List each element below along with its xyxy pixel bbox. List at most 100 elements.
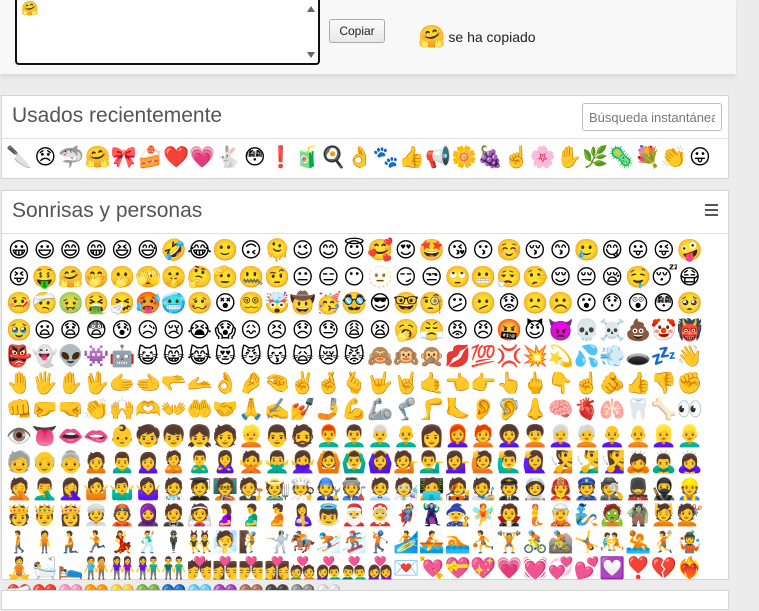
emoji-button[interactable]: 🧑‍🔧 bbox=[316, 476, 342, 503]
emoji-button[interactable]: 😯 bbox=[599, 290, 625, 317]
emoji-button[interactable]: 👐 bbox=[161, 396, 187, 423]
emoji-button[interactable]: 👂 bbox=[470, 396, 496, 423]
emoji-button[interactable]: 🫴 bbox=[187, 370, 213, 397]
emoji-button[interactable]: 🚵 bbox=[548, 529, 574, 556]
emoji-button[interactable]: 😽 bbox=[264, 343, 290, 370]
emoji-button[interactable]: 💀 bbox=[574, 317, 600, 344]
emoji-button[interactable]: 💔 bbox=[651, 555, 677, 582]
emoji-button[interactable]: 🏊 bbox=[445, 529, 471, 556]
emoji-button[interactable]: 💝 bbox=[445, 555, 471, 582]
emoji-button[interactable]: 🫦 bbox=[83, 423, 109, 450]
emoji-button[interactable]: 💩 bbox=[625, 317, 651, 344]
emoji-button[interactable]: 🤡 bbox=[651, 317, 677, 344]
emoji-button[interactable]: 🤳 bbox=[316, 396, 342, 423]
emoji-button[interactable]: 💘 bbox=[419, 555, 445, 582]
emoji-button[interactable]: 🏌️ bbox=[367, 529, 393, 556]
emoji-button[interactable]: 🖖 bbox=[83, 370, 109, 397]
emoji-button[interactable]: 🏄 bbox=[393, 529, 419, 556]
emoji-button[interactable]: 🙆 bbox=[316, 449, 342, 476]
emoji-button[interactable]: 🧑‍🎤 bbox=[445, 476, 471, 503]
emoji-button[interactable]: 😔 bbox=[574, 264, 600, 291]
emoji-button[interactable]: 😲 bbox=[625, 290, 651, 317]
emoji-button[interactable]: 👷 bbox=[677, 476, 703, 503]
emoji-button[interactable]: 🤩 bbox=[419, 237, 445, 264]
emoji-button[interactable]: 🫅 bbox=[6, 502, 32, 529]
emoji-button[interactable]: 🧙 bbox=[445, 502, 471, 529]
emoji-button[interactable]: 👇 bbox=[548, 370, 574, 397]
emoji-button[interactable]: 🤹 bbox=[677, 529, 703, 556]
emoji-button[interactable]: 🤾 bbox=[651, 529, 677, 556]
emoji-button[interactable]: 🧔 bbox=[290, 423, 316, 450]
emoji-button[interactable]: 👌 bbox=[346, 142, 372, 172]
emoji-button[interactable]: 💁‍♂️ bbox=[419, 449, 445, 476]
emoji-button[interactable]: 🕵️ bbox=[599, 476, 625, 503]
emoji-button[interactable]: 🦻 bbox=[496, 396, 522, 423]
emoji-button[interactable]: 🎀 bbox=[111, 142, 137, 172]
emoji-button[interactable]: 🙋‍♂️ bbox=[496, 449, 522, 476]
emoji-button[interactable]: 🚴 bbox=[522, 529, 548, 556]
emoji-button[interactable]: 🧛 bbox=[496, 502, 522, 529]
emoji-button[interactable]: 😣 bbox=[264, 317, 290, 344]
emoji-button[interactable]: 💃 bbox=[109, 529, 135, 556]
emoji-button[interactable]: 👋 bbox=[677, 343, 703, 370]
emoji-button[interactable]: 🥲 bbox=[574, 237, 600, 264]
emoji-button[interactable]: 🙎 bbox=[161, 449, 187, 476]
emoji-button[interactable]: 👹 bbox=[677, 317, 703, 344]
emoji-button[interactable]: 🧑‍⚖️ bbox=[238, 476, 264, 503]
emoji-button[interactable]: 🫠 bbox=[264, 237, 290, 264]
emoji-button[interactable]: 🤱 bbox=[290, 502, 316, 529]
emoji-button[interactable]: 🧑‍🤝‍🧑 bbox=[83, 555, 109, 582]
emoji-button[interactable]: 🥺 bbox=[677, 290, 703, 317]
emoji-button[interactable]: 👨‍🦲 bbox=[393, 423, 419, 450]
emoji-button[interactable]: 🏇 bbox=[290, 529, 316, 556]
emoji-button[interactable]: 🤐 bbox=[238, 264, 264, 291]
emoji-button[interactable]: 🕳️ bbox=[625, 343, 651, 370]
emoji-button[interactable]: 🤼 bbox=[599, 529, 625, 556]
emoji-button[interactable]: 🧑‍💻 bbox=[419, 476, 445, 503]
emoji-button[interactable]: 💗 bbox=[496, 555, 522, 582]
emoji-button[interactable]: 😸 bbox=[161, 343, 187, 370]
emoji-button[interactable]: 🙂 bbox=[212, 237, 238, 264]
emoji-button[interactable]: 🎅 bbox=[341, 502, 367, 529]
emoji-button[interactable]: 💏 bbox=[187, 555, 213, 582]
emoji-button[interactable]: 🏂 bbox=[341, 529, 367, 556]
emoji-button[interactable]: 😷 bbox=[677, 264, 703, 291]
emoji-button[interactable]: 🙇‍♀️ bbox=[677, 449, 703, 476]
emoji-button[interactable]: 🧑‍🦰 bbox=[470, 423, 496, 450]
emoji-button[interactable]: 🦿 bbox=[393, 396, 419, 423]
emoji-button[interactable]: 😅 bbox=[135, 237, 161, 264]
emoji-button[interactable]: 😝 bbox=[6, 264, 32, 291]
emoji-button[interactable]: ✌️ bbox=[290, 370, 316, 397]
emoji-button[interactable]: 🫡 bbox=[212, 264, 238, 291]
emoji-button[interactable]: 🦶 bbox=[445, 396, 471, 423]
emoji-button[interactable]: 👵 bbox=[58, 449, 84, 476]
emoji-button[interactable]: ✋ bbox=[556, 142, 582, 172]
emoji-button[interactable]: 😦 bbox=[32, 317, 58, 344]
emoji-button[interactable]: 😆 bbox=[109, 237, 135, 264]
emoji-button[interactable]: 😓 bbox=[316, 317, 342, 344]
emoji-button[interactable]: 👿 bbox=[548, 317, 574, 344]
emoji-button[interactable]: 😕 bbox=[445, 290, 471, 317]
emoji-button[interactable]: 🤷‍♂️ bbox=[109, 476, 135, 503]
emoji-button[interactable]: 👩‍🦰 bbox=[445, 423, 471, 450]
emoji-button[interactable]: 🧑‍🏫 bbox=[212, 476, 238, 503]
emoji-button[interactable]: 🥷 bbox=[651, 476, 677, 503]
emoji-button[interactable]: 💇 bbox=[677, 502, 703, 529]
emoji-button[interactable]: 😎 bbox=[367, 290, 393, 317]
emoji-button[interactable]: 🧑‍💼 bbox=[367, 476, 393, 503]
emoji-button[interactable]: 🤙 bbox=[419, 370, 445, 397]
emoji-button[interactable]: 🙍‍♀️ bbox=[135, 449, 161, 476]
emoji-button[interactable]: 🧎 bbox=[58, 529, 84, 556]
emoji-button[interactable]: 👩 bbox=[419, 423, 445, 450]
emoji-button[interactable]: 👦 bbox=[161, 423, 187, 450]
emoji-button[interactable]: 🧑‍🦱 bbox=[522, 423, 548, 450]
emoji-button[interactable]: 🤨 bbox=[264, 264, 290, 291]
emoji-button[interactable]: 🧑‍🦲 bbox=[625, 423, 651, 450]
emoji-button[interactable]: 💯 bbox=[470, 343, 496, 370]
emoji-button[interactable]: 👍 bbox=[399, 142, 425, 172]
emoji-button[interactable]: 😳 bbox=[242, 142, 268, 172]
emoji-button[interactable]: 💕 bbox=[574, 555, 600, 582]
emoji-button[interactable]: ❤️ bbox=[163, 142, 189, 172]
emoji-button[interactable]: 😛 bbox=[687, 142, 713, 172]
emoji-button[interactable]: 🤺 bbox=[264, 529, 290, 556]
